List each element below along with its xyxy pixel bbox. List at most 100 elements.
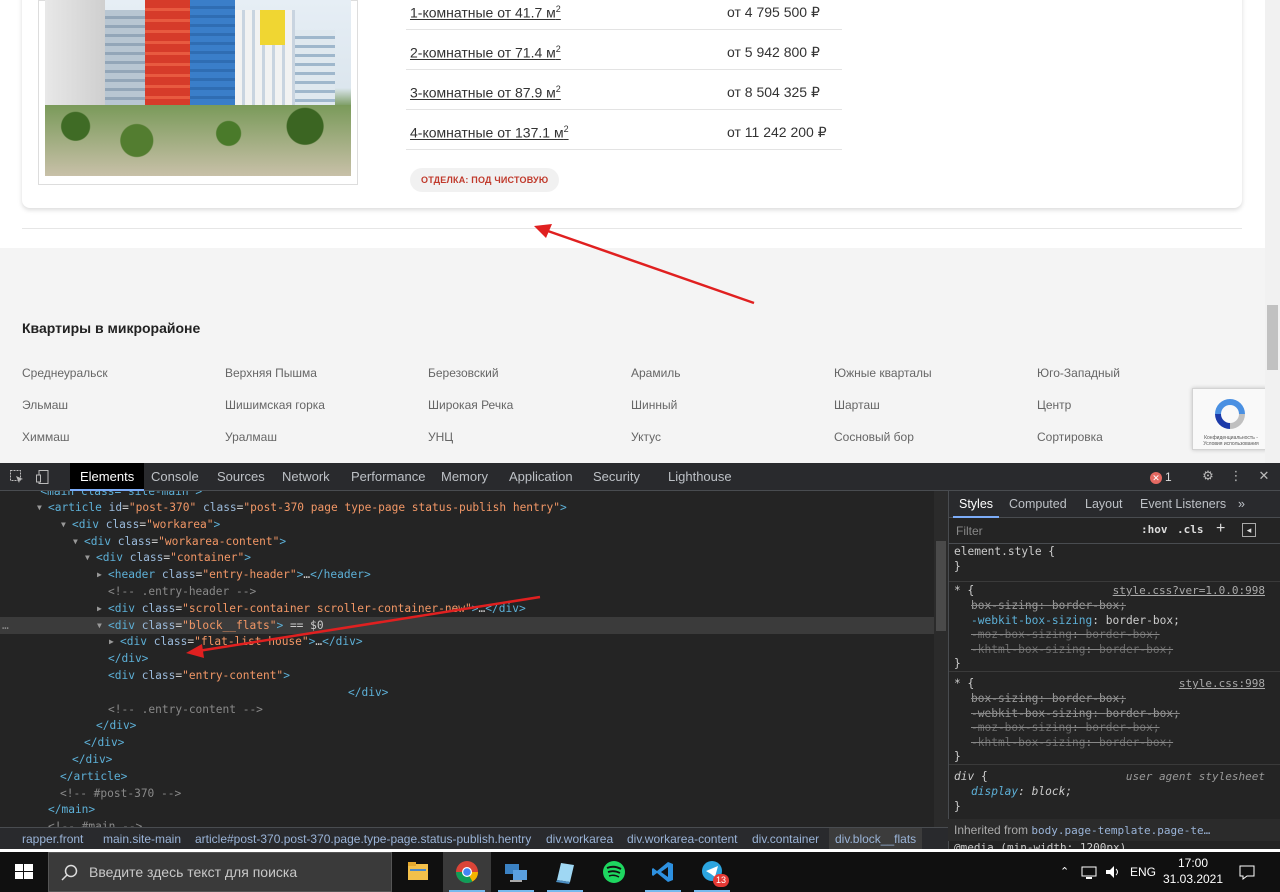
district-link[interactable]: Широкая Речка — [428, 398, 513, 412]
settings-gear-icon[interactable]: ⚙ — [1200, 469, 1216, 485]
dom-line[interactable]: ▶ <header class="entry-header">…</header> — [0, 566, 934, 583]
district-link[interactable]: Южные кварталы — [834, 366, 932, 380]
district-link[interactable]: Шинный — [631, 398, 677, 412]
tab-security[interactable]: Security — [583, 463, 650, 491]
css-property[interactable]: display: block; — [949, 785, 1280, 800]
breadcrumb-item[interactable]: div.container — [752, 828, 819, 849]
element-style-rule[interactable]: element.style { } — [949, 545, 1280, 582]
dom-tree[interactable]: <main class="site-main"> ▼ <article id="p… — [0, 491, 934, 827]
dom-line[interactable]: </div> — [0, 751, 934, 768]
tab-lighthouse[interactable]: Lighthouse — [658, 463, 742, 491]
dom-line[interactable]: </div> — [0, 650, 934, 667]
tab-memory[interactable]: Memory — [431, 463, 498, 491]
dom-line[interactable]: </div> — [0, 684, 934, 701]
show-hidden-icons[interactable]: ⌃ — [1060, 852, 1069, 892]
dom-scrollbar-thumb[interactable] — [936, 541, 946, 631]
start-button[interactable] — [0, 852, 48, 892]
taskbar-search[interactable]: Введите здесь текст для поиска — [48, 852, 392, 892]
rule-source-link[interactable]: style.css:998 — [1179, 677, 1265, 692]
dom-scrollbar[interactable] — [934, 491, 948, 827]
district-link[interactable]: Сортировка — [1037, 430, 1103, 444]
breadcrumb-item[interactable]: div.workarea-content — [627, 828, 738, 849]
volume-icon[interactable] — [1104, 863, 1122, 881]
css-property[interactable]: -webkit-box-sizing: border-box; — [949, 614, 1280, 629]
css-property[interactable]: -khtml-box-sizing: border-box; — [949, 643, 1280, 658]
clock[interactable]: 17:00 31.03.2021 — [1160, 855, 1226, 887]
dom-line[interactable]: <!-- #main --> — [0, 818, 934, 827]
dom-line[interactable]: </article> — [0, 768, 934, 785]
page-scrollbar[interactable] — [1265, 0, 1280, 463]
new-rule-icon[interactable]: + — [1216, 520, 1225, 538]
css-property[interactable]: -khtml-box-sizing: border-box; — [949, 736, 1280, 751]
rooms-link[interactable]: 3-комнатные от 87.9 м2 — [410, 84, 561, 101]
spotify-app[interactable] — [590, 852, 638, 892]
recaptcha-text[interactable]: Конфиденциальность - Условия использован… — [1195, 435, 1267, 447]
dom-line[interactable]: <!-- #post-370 --> — [0, 785, 934, 802]
dom-line[interactable]: ▼ <div class="workarea"> — [0, 516, 934, 533]
district-link[interactable]: Юго-Западный — [1037, 366, 1120, 380]
house-photo[interactable] — [45, 0, 351, 176]
sidebar-toggle-icon[interactable]: ◂ — [1242, 523, 1256, 537]
tab-computed[interactable]: Computed — [1003, 491, 1073, 518]
more-tabs-icon[interactable]: » — [1232, 491, 1251, 518]
vscode-app[interactable] — [639, 852, 687, 892]
dom-line[interactable]: ▶ <div class="flat-list house">…</div> — [0, 633, 934, 650]
telegram-app[interactable]: 13 — [688, 852, 736, 892]
tab-event-listeners[interactable]: Event Listeners — [1134, 491, 1232, 518]
district-link[interactable]: Уралмаш — [225, 430, 277, 444]
rooms-link[interactable]: 4-комнатные от 137.1 м2 — [410, 124, 569, 141]
breadcrumb-item[interactable]: article#post-370.post-370.page.type-page… — [195, 828, 531, 849]
more-options-icon[interactable]: ⋮ — [1228, 469, 1244, 485]
network-tray-icon[interactable] — [1080, 863, 1098, 881]
district-link[interactable]: Шарташ — [834, 398, 880, 412]
rule-source-link[interactable]: style.css?ver=1.0.0:998 — [1113, 584, 1265, 599]
district-link[interactable]: УНЦ — [428, 430, 453, 444]
tab-console[interactable]: Console — [141, 463, 209, 491]
notifications-icon[interactable] — [1238, 863, 1256, 881]
district-link[interactable]: Арамиль — [631, 366, 681, 380]
tab-network[interactable]: Network — [272, 463, 340, 491]
tab-performance[interactable]: Performance — [341, 463, 435, 491]
breadcrumb-item[interactable]: div.block__flats — [829, 828, 923, 849]
district-link[interactable]: Среднеуральск — [22, 366, 108, 380]
tab-sources[interactable]: Sources — [207, 463, 275, 491]
css-rule-universal-2[interactable]: * {style.css:998 box-sizing: border-box;… — [949, 677, 1280, 765]
district-link[interactable]: Шишимская горка — [225, 398, 325, 412]
inspect-element-icon[interactable] — [9, 469, 25, 485]
rooms-link[interactable]: 1-комнатные от 41.7 м2 — [410, 4, 561, 21]
breadcrumb-item[interactable]: div.workarea — [546, 828, 613, 849]
language-indicator[interactable]: ENG — [1130, 852, 1156, 892]
file-explorer-app[interactable] — [394, 852, 442, 892]
ua-rule-div[interactable]: div {user agent stylesheet display: bloc… — [949, 770, 1280, 818]
dom-line[interactable]: ▶ <div class="scroller-container scroller… — [0, 600, 934, 617]
dom-line[interactable]: <div class="entry-content"> — [0, 667, 934, 684]
css-property[interactable]: box-sizing: border-box; — [949, 692, 1280, 707]
css-property[interactable]: -moz-box-sizing: border-box; — [949, 721, 1280, 736]
cls-toggle[interactable]: .cls — [1177, 523, 1204, 536]
close-devtools-icon[interactable]: ✕ — [1256, 469, 1272, 485]
dom-line[interactable]: ▼ <div class="workarea-content"> — [0, 533, 934, 550]
dom-line[interactable]: <!-- .entry-header --> — [0, 583, 934, 600]
hov-toggle[interactable]: :hov — [1141, 523, 1168, 536]
tab-layout[interactable]: Layout — [1079, 491, 1129, 518]
dom-line[interactable]: </div> — [0, 717, 934, 734]
dom-line[interactable]: ▼ <div class="container"> — [0, 549, 934, 566]
district-link[interactable]: Эльмаш — [22, 398, 68, 412]
device-toolbar-icon[interactable] — [35, 469, 51, 485]
dom-line[interactable]: ▼ <article id="post-370" class="post-370 … — [0, 499, 934, 516]
css-property[interactable]: box-sizing: border-box; — [949, 599, 1280, 614]
district-link[interactable]: Сосновый бор — [834, 430, 914, 444]
remote-desktop-app[interactable] — [492, 852, 540, 892]
notepad-app[interactable] — [541, 852, 589, 892]
tab-styles[interactable]: Styles — [953, 491, 1000, 518]
district-link[interactable]: Березовский — [428, 366, 499, 380]
dom-line-selected[interactable]: … ▼ <div class="block__flats"> == $0 — [0, 616, 934, 634]
district-link[interactable]: Уктус — [631, 430, 661, 444]
breadcrumb-item[interactable]: main.site-main — [103, 828, 181, 849]
rooms-link[interactable]: 2-комнатные от 71.4 м2 — [410, 44, 561, 61]
css-property[interactable]: -moz-box-sizing: border-box; — [949, 628, 1280, 643]
district-link[interactable]: Верхняя Пышма — [225, 366, 317, 380]
css-property[interactable]: -webkit-box-sizing: border-box; — [949, 707, 1280, 722]
dom-line[interactable]: </main> — [0, 801, 934, 818]
breadcrumb-item[interactable]: rapper.front — [22, 828, 83, 849]
